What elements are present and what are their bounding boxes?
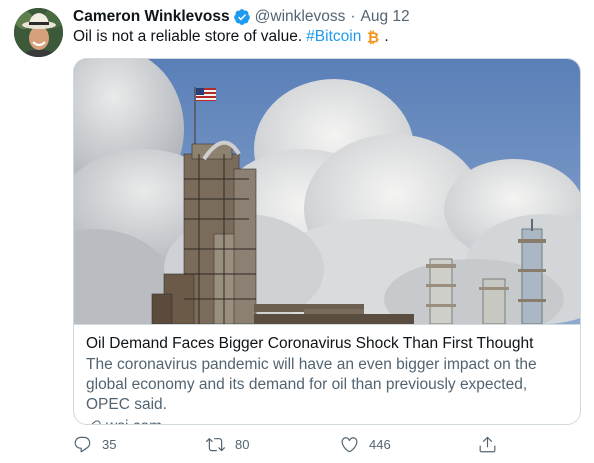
like-button[interactable]: 446 xyxy=(340,432,391,456)
hashtag-link[interactable]: #Bitcoin xyxy=(306,28,361,46)
avatar[interactable] xyxy=(14,8,63,57)
card-domain[interactable]: wsj.com xyxy=(86,417,568,424)
reply-button[interactable]: 35 xyxy=(73,432,116,456)
share-button[interactable] xyxy=(478,432,497,456)
card-body[interactable]: Oil Demand Faces Bigger Coronavirus Shoc… xyxy=(74,324,580,424)
svg-text:₿: ₿ xyxy=(367,29,379,45)
card-title[interactable]: Oil Demand Faces Bigger Coronavirus Shoc… xyxy=(86,334,568,354)
tweet[interactable]: Cameron Winklevoss @winklevoss · Aug 12 … xyxy=(0,0,594,463)
author-display-name[interactable]: Cameron Winklevoss xyxy=(73,8,230,26)
reply-count: 35 xyxy=(102,436,117,452)
tweet-date[interactable]: Aug 12 xyxy=(361,8,410,26)
reply-icon xyxy=(73,435,92,454)
tweet-text-trailing: . xyxy=(384,28,389,45)
tweet-text: Oil is not a reliable store of value. #B… xyxy=(73,28,389,47)
retweet-button[interactable]: 80 xyxy=(206,432,249,456)
tweet-header: Cameron Winklevoss @winklevoss · Aug 12 xyxy=(73,7,410,27)
like-count: 446 xyxy=(369,436,391,452)
card-image[interactable] xyxy=(74,59,580,324)
author-handle[interactable]: @winklevoss xyxy=(255,8,346,26)
card-description: The coronavirus pandemic will have an ev… xyxy=(86,356,537,413)
card-domain-text[interactable]: wsj.com xyxy=(106,417,162,424)
verified-badge-icon xyxy=(233,8,251,26)
link-icon xyxy=(86,419,102,424)
retweet-count: 80 xyxy=(235,436,250,452)
bitcoin-icon: ₿ xyxy=(365,29,381,47)
share-icon xyxy=(478,435,497,454)
tweet-text-main: Oil is not a reliable store of value. xyxy=(73,28,303,45)
retweet-icon xyxy=(206,435,225,454)
header-separator: · xyxy=(350,8,356,25)
link-card[interactable]: Oil Demand Faces Bigger Coronavirus Shoc… xyxy=(73,58,581,425)
tweet-actions: 35 80 446 xyxy=(73,432,533,456)
heart-icon xyxy=(340,435,359,454)
